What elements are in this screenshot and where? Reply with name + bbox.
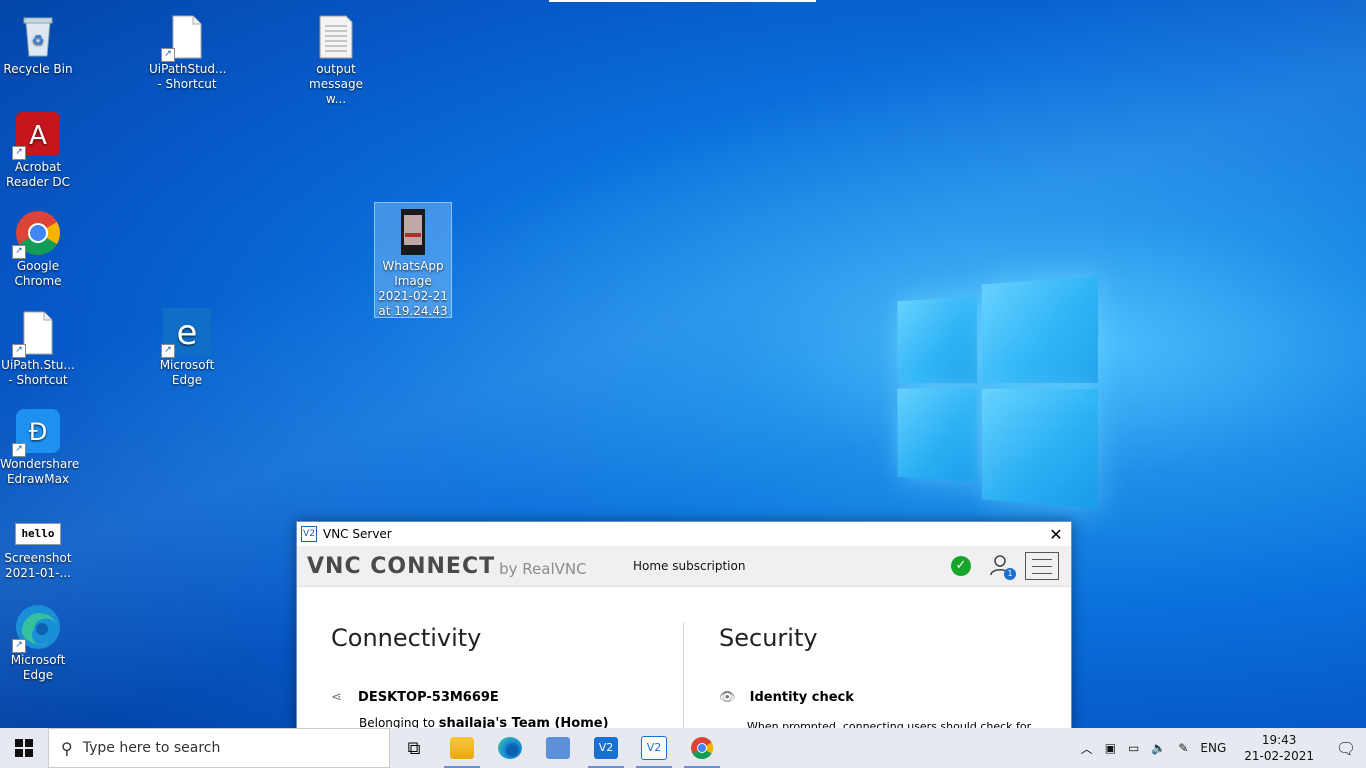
desktop-icon-acrobat[interactable]: A ↗ Acrobat Reader DC bbox=[0, 104, 76, 190]
desktop-icon-whatsapp-image[interactable]: WhatsApp Image 2021-02-21 at 19.24.43 bbox=[374, 202, 452, 318]
status-ok-icon: ✓ bbox=[951, 556, 971, 576]
taskbar: ⚲ Type here to search ⧉ V2 V2 ︿ ▣ ▭ 🔈 ✎ … bbox=[0, 728, 1366, 768]
vnc-icon: V2 bbox=[641, 736, 667, 760]
desktop-icon-chrome[interactable]: ↗ Google Chrome bbox=[0, 203, 76, 289]
desktop-icon-uipath-shortcut-1[interactable]: ↗ UiPathStud... - Shortcut bbox=[149, 6, 226, 92]
desktop-icon-screenshot[interactable]: hello Screenshot 2021-01-... bbox=[0, 517, 76, 581]
taskbar-network-app[interactable] bbox=[534, 728, 582, 768]
file-icon: ↗ bbox=[161, 12, 211, 62]
svg-text:e: e bbox=[177, 313, 198, 353]
image-icon bbox=[389, 209, 437, 257]
shortcut-arrow-icon: ↗ bbox=[161, 48, 175, 62]
desktop-icon-edge-legacy[interactable]: e ↗ Microsoft Edge bbox=[149, 302, 225, 388]
system-tray: ︿ ▣ ▭ 🔈 ✎ ENG 19:43 21-02-2021 🗨 bbox=[1075, 728, 1366, 768]
connectivity-section: Connectivity bbox=[331, 624, 481, 652]
svg-text:♻: ♻ bbox=[32, 33, 45, 49]
notification-icon[interactable]: 🗨 bbox=[1326, 739, 1366, 758]
connectivity-heading: Connectivity bbox=[331, 624, 482, 652]
share-icon: ⋖ bbox=[331, 690, 342, 705]
host-name: DESKTOP-53M669E bbox=[358, 690, 499, 705]
user-count-badge: 1 bbox=[1004, 568, 1016, 580]
chrome-icon: ↗ bbox=[12, 209, 62, 259]
clock-date: 21-02-2021 bbox=[1244, 749, 1314, 763]
text-file-icon bbox=[312, 12, 360, 60]
taskbar-file-explorer[interactable] bbox=[438, 728, 486, 768]
shortcut-arrow-icon: ↗ bbox=[12, 344, 26, 358]
clock[interactable]: 19:43 21-02-2021 bbox=[1244, 732, 1314, 764]
host-row: ⋖ DESKTOP-53M669E bbox=[331, 690, 499, 705]
desktop-icon-uipath-shortcut-2[interactable]: ↗ UiPath.Stu... - Shortcut bbox=[0, 302, 76, 388]
shortcut-arrow-icon: ↗ bbox=[12, 639, 26, 653]
edge-legacy-icon: e ↗ bbox=[161, 308, 211, 358]
vnc-header-bar: VNC CONNECT by RealVNC Home subscription… bbox=[297, 546, 1071, 587]
acrobat-icon: A ↗ bbox=[12, 110, 62, 160]
svg-text:A: A bbox=[29, 121, 47, 151]
chevron-up-icon[interactable]: ︿ bbox=[1081, 740, 1093, 757]
task-view-icon: ⧉ bbox=[407, 737, 421, 759]
start-button[interactable] bbox=[0, 728, 48, 768]
section-divider bbox=[683, 622, 684, 732]
clock-time: 19:43 bbox=[1261, 733, 1297, 747]
volume-icon[interactable]: 🔈 bbox=[1151, 741, 1166, 755]
identity-row: 👁 Identity check bbox=[719, 690, 854, 705]
svg-text:Ð: Ð bbox=[29, 418, 48, 446]
desktop-icon-output-message[interactable]: output message w... bbox=[298, 6, 374, 107]
taskbar-chrome[interactable] bbox=[678, 728, 726, 768]
edge-icon bbox=[498, 737, 522, 759]
shortcut-arrow-icon: ↗ bbox=[161, 344, 175, 358]
taskbar-edge[interactable] bbox=[486, 728, 534, 768]
identity-title: Identity check bbox=[749, 690, 854, 705]
edge-icon: ↗ bbox=[12, 603, 62, 653]
close-button[interactable]: ✕ bbox=[1041, 525, 1071, 544]
network-app-icon bbox=[546, 737, 570, 759]
search-placeholder: Type here to search bbox=[82, 740, 221, 756]
top-edge-window bbox=[549, 0, 816, 2]
user-icon[interactable]: 1 bbox=[989, 554, 1016, 580]
shortcut-arrow-icon: ↗ bbox=[12, 443, 26, 457]
vnc-icon: V2 bbox=[594, 737, 618, 759]
pen-icon[interactable]: ✎ bbox=[1178, 741, 1188, 755]
desktop-icon-recycle-bin[interactable]: ♻ Recycle Bin bbox=[0, 6, 76, 77]
desktop-icon-edrawmax[interactable]: Ð ↗ Wondershare EdrawMax bbox=[0, 401, 79, 487]
task-view-button[interactable]: ⧉ bbox=[390, 728, 438, 768]
subscription-label: Home subscription bbox=[633, 559, 746, 573]
recycle-bin-icon: ♻ bbox=[14, 12, 62, 60]
vnc-window-title: VNC Server bbox=[323, 527, 392, 541]
vnc-server-window[interactable]: V2 VNC Server ✕ VNC CONNECT by RealVNC H… bbox=[296, 521, 1072, 733]
battery-icon[interactable]: ▭ bbox=[1128, 741, 1139, 755]
hamburger-menu-button[interactable] bbox=[1025, 552, 1059, 580]
vnc-brand-by: by RealVNC bbox=[499, 560, 587, 578]
file-icon: ↗ bbox=[12, 308, 62, 358]
taskbar-vnc-1[interactable]: V2 bbox=[582, 728, 630, 768]
windows-logo-wallpaper bbox=[897, 258, 1098, 513]
vnc-app-icon: V2 bbox=[301, 526, 317, 542]
windows-start-icon bbox=[15, 739, 33, 757]
shortcut-arrow-icon: ↗ bbox=[12, 146, 26, 160]
shortcut-arrow-icon: ↗ bbox=[12, 245, 26, 259]
security-section: Security bbox=[719, 624, 818, 652]
meet-now-icon[interactable]: ▣ bbox=[1105, 741, 1116, 755]
language-indicator[interactable]: ENG bbox=[1200, 741, 1226, 755]
chrome-icon bbox=[691, 737, 713, 759]
search-icon: ⚲ bbox=[61, 738, 73, 758]
vnc-title-bar[interactable]: V2 VNC Server ✕ bbox=[297, 522, 1071, 546]
screenshot-icon: hello bbox=[14, 523, 62, 549]
taskbar-search-box[interactable]: ⚲ Type here to search bbox=[48, 728, 390, 768]
eye-icon: 👁 bbox=[719, 690, 736, 705]
vnc-brand-logo: VNC CONNECT bbox=[307, 553, 496, 579]
folder-icon bbox=[450, 737, 474, 759]
edrawmax-icon: Ð ↗ bbox=[12, 407, 62, 457]
taskbar-vnc-2[interactable]: V2 bbox=[630, 728, 678, 768]
desktop-icon-edge[interactable]: ↗ Microsoft Edge bbox=[0, 597, 76, 683]
security-heading: Security bbox=[719, 624, 818, 652]
